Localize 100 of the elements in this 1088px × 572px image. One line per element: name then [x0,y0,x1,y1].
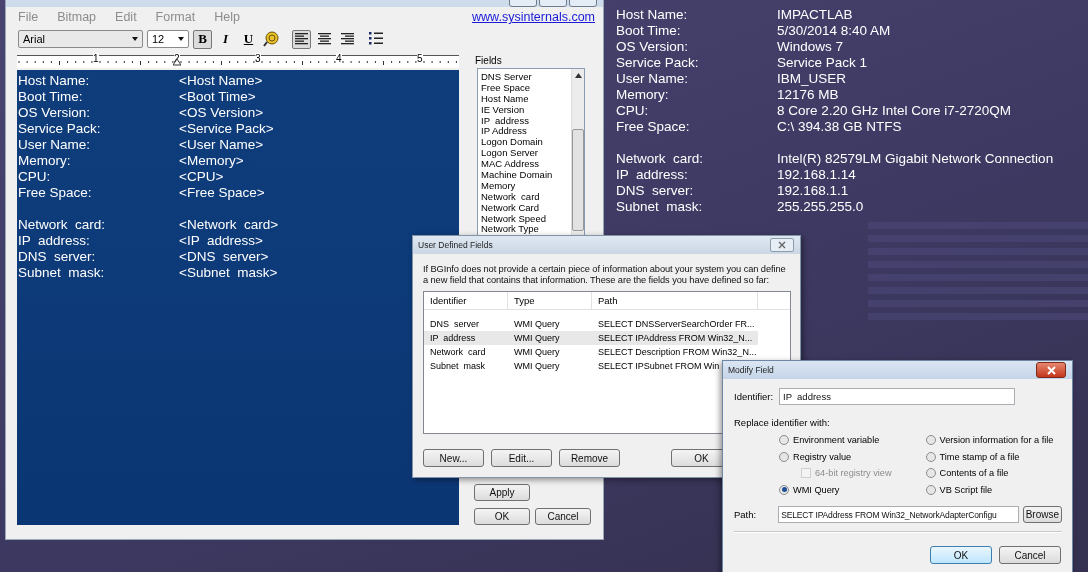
radio-button[interactable] [925,451,936,462]
ruler-number: 5 [417,53,423,64]
fields-list[interactable]: DNS Server Free Space Host Name IE Version IP address IP Address Logon Domain Logon Server MAC Address Machine Domain Memory Network card Network Card Network Speed Network Type [477,68,585,238]
field-item[interactable]: Host Name [481,92,571,104]
cancel-button[interactable]: Cancel [999,546,1061,564]
table-cell-text: WMI Query [513,318,561,331]
info-value: Windows 7 [777,39,844,55]
description-text: If BGInfo does not provide a certain piece of information about your system you can define a new field that contains that information. These are the fields you have defined so far: [423,264,787,286]
dialog-button[interactable]: Edit... [491,449,552,467]
field-item[interactable]: Network Speed [481,212,571,224]
editor-label: Boot Time: [18,89,84,105]
browse-button[interactable]: Browse [1022,506,1062,523]
table-cell-text: WMI Query [513,346,561,359]
ok-button[interactable]: OK [474,508,530,525]
align-left-button[interactable] [292,29,311,49]
editor-label: IP address: [18,233,91,249]
field-item[interactable]: Network Type [481,223,571,235]
field-item[interactable]: Memory [481,179,571,191]
field-item[interactable]: IE Version [481,103,571,115]
field-item[interactable]: Logon Domain [481,136,571,148]
field-item[interactable]: Machine Domain [481,169,571,180]
field-item[interactable]: Network card [481,190,571,202]
format-button[interactable]: B [193,29,212,49]
identifier-field[interactable]: IP address [779,388,1015,405]
close-button[interactable] [770,238,794,252]
size-dropdown[interactable]: 12 [147,30,189,48]
editor-placeholder: <DNS server> [179,249,269,265]
info-label: DNS server: [616,183,695,199]
info-value: 12176 MB [777,87,839,103]
editor-placeholder: <CPU> [179,169,224,185]
identifier-label: Identifier: [734,391,774,402]
ok-button[interactable]: OK [930,546,992,564]
bullet-list-icon[interactable] [369,32,383,46]
path-field[interactable]: SELECT IPAddress FROM Win32_NetworkAdapterConfigu [778,506,1019,523]
field-item[interactable]: MAC Address [481,158,571,169]
editor-label: Memory: [18,153,72,169]
info-label: OS Version: [616,39,690,55]
apply-button[interactable]: Apply [474,484,530,501]
field-item[interactable]: IP Address [481,125,571,137]
editor-placeholder: <Network card> [179,217,279,233]
info-value: C:\ 394.38 GB NTFS [777,119,902,135]
field-insert-icon[interactable] [262,30,280,48]
radio-button[interactable] [779,484,789,495]
table-cell-text: Network card [429,346,487,359]
radio-button[interactable] [925,484,936,495]
format-button[interactable]: I [216,29,235,49]
editor-label: Service Pack: [18,121,102,137]
field-item[interactable]: Free Space [481,81,571,93]
info-value: 192.168.1.1 [777,183,849,199]
radio-button[interactable] [779,451,789,462]
info-label: Memory: [616,87,670,103]
dialog-button[interactable]: Remove [559,449,620,467]
close-icon [1046,365,1056,375]
editor-placeholder: <Boot Time> [179,89,256,105]
info-value: 255.255.255.0 [777,199,864,215]
format-button[interactable]: U [239,29,258,49]
table-row[interactable]: IP address WMI Query SELECT IPAddress FROM Win32_N... [424,331,758,345]
column-header[interactable]: Identifier [424,292,508,309]
scroll-up-icon[interactable] [574,73,582,78]
editor-label: User Name: [18,137,91,153]
cancel-button[interactable]: Cancel [535,508,591,525]
field-item[interactable]: DNS Server [481,71,571,82]
website-link[interactable]: www.sysinternals.com [472,10,595,24]
editor-placeholder: <IP address> [179,233,263,249]
radio-button[interactable] [925,435,936,446]
option-label: Contents of a file [939,468,1009,479]
field-item[interactable]: IP address [481,114,571,126]
info-label: Service Pack: [616,55,700,71]
info-label: Network card: [616,151,705,167]
editor-label: CPU: [18,169,52,185]
table-row[interactable]: Network card WMI Query SELECT Description FROM Win32_N... [424,345,758,359]
radio-button[interactable] [779,435,789,446]
font-dropdown[interactable]: Arial [18,30,143,48]
ruler-number: 4 [336,53,342,64]
field-item[interactable]: Network Card [481,201,571,213]
editor-label: DNS server: [18,249,97,265]
column-header[interactable]: Type [508,292,592,309]
scrollbar[interactable] [571,69,584,237]
field-item[interactable]: Logon Server [481,147,571,159]
editor-placeholder: <Service Pack> [179,121,274,137]
dialog-title: Modify Field [728,365,774,375]
ruler-number: 1 [93,53,99,64]
option-label: Time stamp of a file [939,451,1020,462]
info-value: Intel(R) 82579LM Gigabit Network Connection [777,151,1054,167]
dialog-button[interactable]: New... [423,449,484,467]
table-cell-text: SELECT DNSServerSearchOrder FR... [597,318,755,331]
close-button[interactable] [1036,362,1066,378]
table-cell-text: WMI Query [513,360,561,373]
option-label: WMI Query [793,484,840,495]
editor-placeholder: <User Name> [179,137,264,153]
radio-button[interactable] [925,468,936,479]
dialog-title: User Defined Fields [418,240,493,250]
info-value: 8 Core 2.20 GHz Intel Core i7-2720QM [777,103,1012,119]
editor-placeholder: <OS Version> [179,105,264,121]
path-label: Path: [734,509,758,520]
table-cell-text: SELECT IPSubnet FROM Win [597,360,720,373]
column-header[interactable]: Path [592,292,758,309]
table-row[interactable]: DNS server WMI Query SELECT DNSServerSearchOrder FR... [424,317,758,331]
editor-label: Host Name: [18,73,91,89]
info-value: IMPACTLAB [777,7,853,23]
